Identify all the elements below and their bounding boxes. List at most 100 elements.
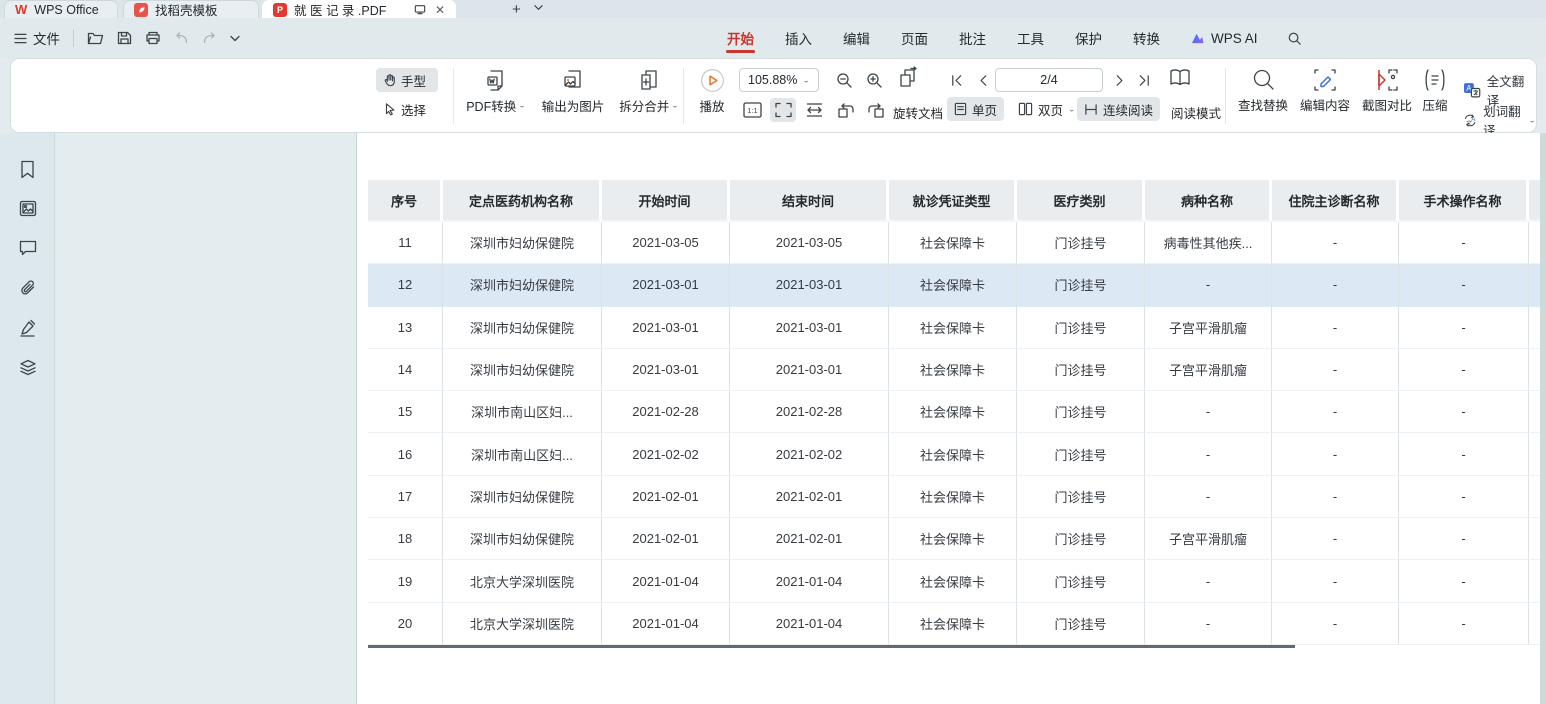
close-tab-icon[interactable]: ✕ xyxy=(435,3,445,17)
file-menu[interactable]: 文件 xyxy=(14,28,60,48)
table-cell: - xyxy=(1399,433,1529,475)
menu-tab-tools[interactable]: 工具 xyxy=(1016,19,1045,57)
new-tab-icon[interactable]: + xyxy=(512,1,521,19)
rotate-left-button[interactable] xyxy=(833,98,859,122)
thumbnail-icon[interactable] xyxy=(19,200,37,217)
column-header: 定点医药机构名称 xyxy=(443,180,602,222)
continuous-read-button[interactable]: 连续阅读 xyxy=(1077,97,1160,121)
find-replace-button[interactable]: 查找替换 xyxy=(1233,68,1293,114)
tab-docer-templates[interactable]: 找稻壳模板 xyxy=(123,0,259,18)
menu-tab-page[interactable]: 页面 xyxy=(900,19,929,57)
menu-search-icon[interactable] xyxy=(1287,31,1302,46)
table-cell: 门诊挂号 xyxy=(1017,433,1145,475)
tab-document-pdf[interactable]: P 就 医 记 录 .PDF ✕ xyxy=(262,0,456,18)
double-page-button[interactable]: 双页 ⌄ xyxy=(1011,97,1083,121)
print-icon[interactable] xyxy=(145,31,161,45)
table-cell: - xyxy=(1399,264,1529,306)
table-row: 14深圳市妇幼保健院2021-03-012021-03-01社会保障卡门诊挂号子… xyxy=(368,349,1540,391)
svg-text:1:1: 1:1 xyxy=(747,106,757,115)
screenshot-compare-button[interactable]: 截图对比 xyxy=(1357,68,1417,114)
table-cell-extra xyxy=(1529,349,1540,391)
redo-icon[interactable] xyxy=(202,32,217,44)
first-page-button[interactable] xyxy=(943,68,969,92)
export-image-label: 输出为图片 xyxy=(542,96,605,115)
pdf-convert-button[interactable]: PDF转换⌄ xyxy=(459,68,533,115)
single-page-label: 单页 xyxy=(972,100,997,119)
divider xyxy=(1225,68,1226,124)
wps-ai-label: WPS AI xyxy=(1211,31,1258,46)
read-mode-button[interactable]: 阅读模式 xyxy=(1171,103,1221,122)
presentation-icon[interactable] xyxy=(414,4,426,15)
single-page-button[interactable]: 单页 xyxy=(947,97,1004,121)
find-replace-label: 查找替换 xyxy=(1238,95,1288,114)
edit-content-button[interactable]: 编辑内容 xyxy=(1295,68,1355,114)
comment-icon[interactable] xyxy=(19,240,37,256)
play-button[interactable]: 播放 xyxy=(689,68,735,115)
menu-tab-home[interactable]: 开始 xyxy=(726,19,755,57)
table-cell: - xyxy=(1272,518,1399,560)
menu-tab-protect[interactable]: 保护 xyxy=(1074,19,1103,57)
fit-width-button[interactable] xyxy=(801,98,827,122)
bookmark-icon[interactable] xyxy=(19,160,36,179)
next-page-button[interactable] xyxy=(1107,68,1133,92)
table-row: 15深圳市南山区妇...2021-02-282021-02-28社会保障卡门诊挂… xyxy=(368,391,1540,433)
tab-list-chevron-icon[interactable] xyxy=(534,4,543,11)
page-number-input[interactable]: 2/4 xyxy=(995,68,1103,92)
tab-wps-office[interactable]: W WPS Office xyxy=(4,0,118,18)
menu-tab-wps-ai[interactable]: WPS AI xyxy=(1190,31,1258,46)
table-cell: - xyxy=(1272,560,1399,602)
table-row: 18深圳市妇幼保健院2021-02-012021-02-01社会保障卡门诊挂号子… xyxy=(368,518,1540,560)
layers-icon[interactable] xyxy=(19,359,37,377)
hand-tool-label: 手型 xyxy=(401,71,426,90)
column-header: 序号 xyxy=(368,180,443,222)
continuous-read-label: 连续阅读 xyxy=(1103,100,1153,119)
rotate-right-button[interactable] xyxy=(863,98,889,122)
menu-tab-convert[interactable]: 转换 xyxy=(1132,19,1161,57)
compress-button[interactable]: 压缩 xyxy=(1413,68,1457,114)
continuous-read-icon xyxy=(1084,103,1098,116)
table-cell: 北京大学深圳医院 xyxy=(443,603,602,645)
table-cell: 门诊挂号 xyxy=(1017,518,1145,560)
pdf-convert-icon xyxy=(484,68,508,93)
menu-tab-edit[interactable]: 编辑 xyxy=(842,19,871,57)
attachment-icon[interactable] xyxy=(19,279,37,297)
export-image-button[interactable]: 输出为图片 xyxy=(535,68,611,115)
table-cell: 2021-01-04 xyxy=(602,560,730,602)
table-cell: 2021-03-01 xyxy=(602,264,730,306)
menu-bar: 文件 开始 插入 编辑 页面 批注 工具 保护 转换 xyxy=(0,18,1546,58)
actual-size-button[interactable]: 1:1 xyxy=(739,98,765,122)
zoom-level-combo[interactable]: 105.88% ⌄ xyxy=(739,68,819,92)
hand-tool-button[interactable]: 手型 xyxy=(376,68,438,92)
table-cell: - xyxy=(1272,264,1399,306)
table-cell: - xyxy=(1399,349,1529,391)
last-page-button[interactable] xyxy=(1131,68,1157,92)
save-icon[interactable] xyxy=(117,31,132,45)
table-cell: 社会保障卡 xyxy=(889,222,1017,264)
split-merge-button[interactable]: 拆分合并⌄ xyxy=(613,68,685,115)
window-tab-bar: W WPS Office 找稻壳模板 P 就 医 记 录 .PDF ✕ + xyxy=(0,0,1546,18)
table-cell: 社会保障卡 xyxy=(889,264,1017,306)
table-cell: 社会保障卡 xyxy=(889,349,1017,391)
table-cell: 门诊挂号 xyxy=(1017,264,1145,306)
rotate-doc-label[interactable]: 旋转文档 xyxy=(893,103,943,122)
pdf-table: 序号定点医药机构名称开始时间结束时间就诊凭证类型医疗类别病种名称住院主诊断名称手… xyxy=(368,180,1540,645)
menu-tab-comment[interactable]: 批注 xyxy=(958,19,987,57)
zoom-out-button[interactable] xyxy=(831,68,857,92)
right-edge-strip xyxy=(1540,133,1546,704)
chevron-down-icon: ⌄ xyxy=(1068,105,1076,114)
more-actions-chevron-icon[interactable] xyxy=(230,35,240,42)
select-tool-button[interactable]: 选择 xyxy=(376,97,438,121)
menu-tab-insert[interactable]: 插入 xyxy=(784,19,813,57)
undo-icon[interactable] xyxy=(174,32,189,44)
signature-icon[interactable] xyxy=(19,319,37,337)
zoom-in-button[interactable] xyxy=(861,68,887,92)
open-folder-icon[interactable] xyxy=(87,31,104,45)
table-cell-extra xyxy=(1529,391,1540,433)
table-cell: 2021-03-01 xyxy=(730,349,889,391)
previous-page-button[interactable] xyxy=(969,68,995,92)
table-bottom-border xyxy=(368,645,1295,648)
fit-page-button[interactable] xyxy=(770,98,796,122)
table-cell: 深圳市妇幼保健院 xyxy=(443,222,602,264)
table-cell: 2021-01-04 xyxy=(730,560,889,602)
table-cell: - xyxy=(1145,603,1272,645)
